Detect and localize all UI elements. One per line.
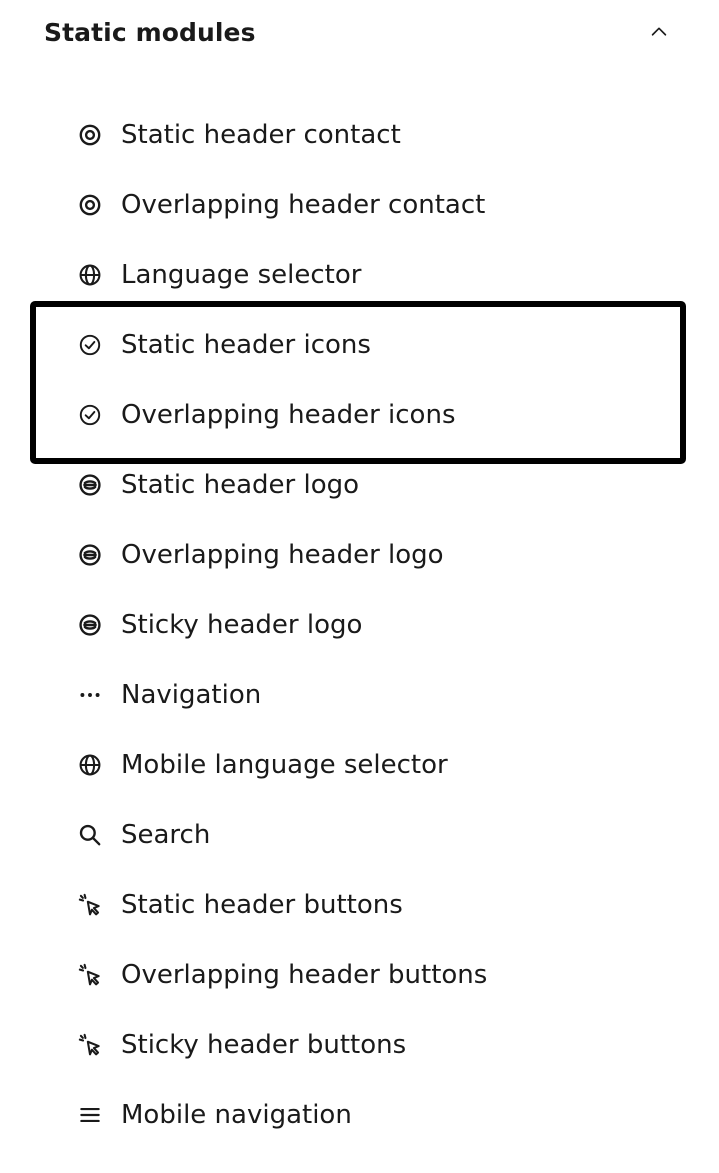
- globe-icon: [77, 262, 103, 288]
- module-label: Overlapping header contact: [121, 190, 486, 220]
- logo-icon: [77, 612, 103, 638]
- module-item-static-header-logo[interactable]: Static header logo: [0, 450, 719, 520]
- static-modules-panel: Static modules Static header contact Ove…: [0, 0, 719, 1173]
- ellipsis-icon: [77, 682, 103, 708]
- cursor-click-icon: [77, 962, 103, 988]
- module-label: Sticky header buttons: [121, 1030, 407, 1060]
- section-title: Static modules: [44, 17, 256, 47]
- logo-icon: [77, 472, 103, 498]
- chevron-up-icon[interactable]: [646, 19, 672, 45]
- check-circle-icon: [77, 332, 103, 358]
- module-item-static-header-buttons[interactable]: Static header buttons: [0, 870, 719, 940]
- module-item-overlapping-header-icons[interactable]: Overlapping header icons: [0, 380, 719, 450]
- module-item-sticky-header-buttons[interactable]: Sticky header buttons: [0, 1010, 719, 1080]
- module-label: Search: [121, 820, 211, 850]
- module-item-overlapping-header-contact[interactable]: Overlapping header contact: [0, 170, 719, 240]
- module-label: Overlapping header buttons: [121, 960, 488, 990]
- module-item-overlapping-header-logo[interactable]: Overlapping header logo: [0, 520, 719, 590]
- menu-icon: [77, 1102, 103, 1128]
- module-item-sticky-header-logo[interactable]: Sticky header logo: [0, 590, 719, 660]
- module-list: Static header contact Overlapping header…: [0, 100, 719, 1150]
- module-label: Static header buttons: [121, 890, 403, 920]
- module-label: Mobile language selector: [121, 750, 448, 780]
- search-icon: [77, 822, 103, 848]
- module-item-mobile-language-selector[interactable]: Mobile language selector: [0, 730, 719, 800]
- section-header-static-modules[interactable]: Static modules: [44, 0, 684, 64]
- module-label: Language selector: [121, 260, 362, 290]
- module-item-overlapping-header-buttons[interactable]: Overlapping header buttons: [0, 940, 719, 1010]
- module-label: Navigation: [121, 680, 262, 710]
- check-circle-icon: [77, 402, 103, 428]
- module-item-static-header-icons[interactable]: Static header icons: [0, 310, 719, 380]
- module-item-search[interactable]: Search: [0, 800, 719, 870]
- module-label: Static header contact: [121, 120, 401, 150]
- globe-icon: [77, 752, 103, 778]
- module-label: Static header logo: [121, 470, 360, 500]
- module-label: Sticky header logo: [121, 610, 363, 640]
- module-label: Overlapping header icons: [121, 400, 456, 430]
- target-icon: [77, 192, 103, 218]
- module-item-language-selector[interactable]: Language selector: [0, 240, 719, 310]
- target-icon: [77, 122, 103, 148]
- module-label: Static header icons: [121, 330, 371, 360]
- cursor-click-icon: [77, 892, 103, 918]
- module-label: Mobile navigation: [121, 1100, 352, 1130]
- module-item-static-header-contact[interactable]: Static header contact: [0, 100, 719, 170]
- cursor-click-icon: [77, 1032, 103, 1058]
- logo-icon: [77, 542, 103, 568]
- module-item-mobile-navigation[interactable]: Mobile navigation: [0, 1080, 719, 1150]
- module-label: Overlapping header logo: [121, 540, 444, 570]
- module-item-navigation[interactable]: Navigation: [0, 660, 719, 730]
